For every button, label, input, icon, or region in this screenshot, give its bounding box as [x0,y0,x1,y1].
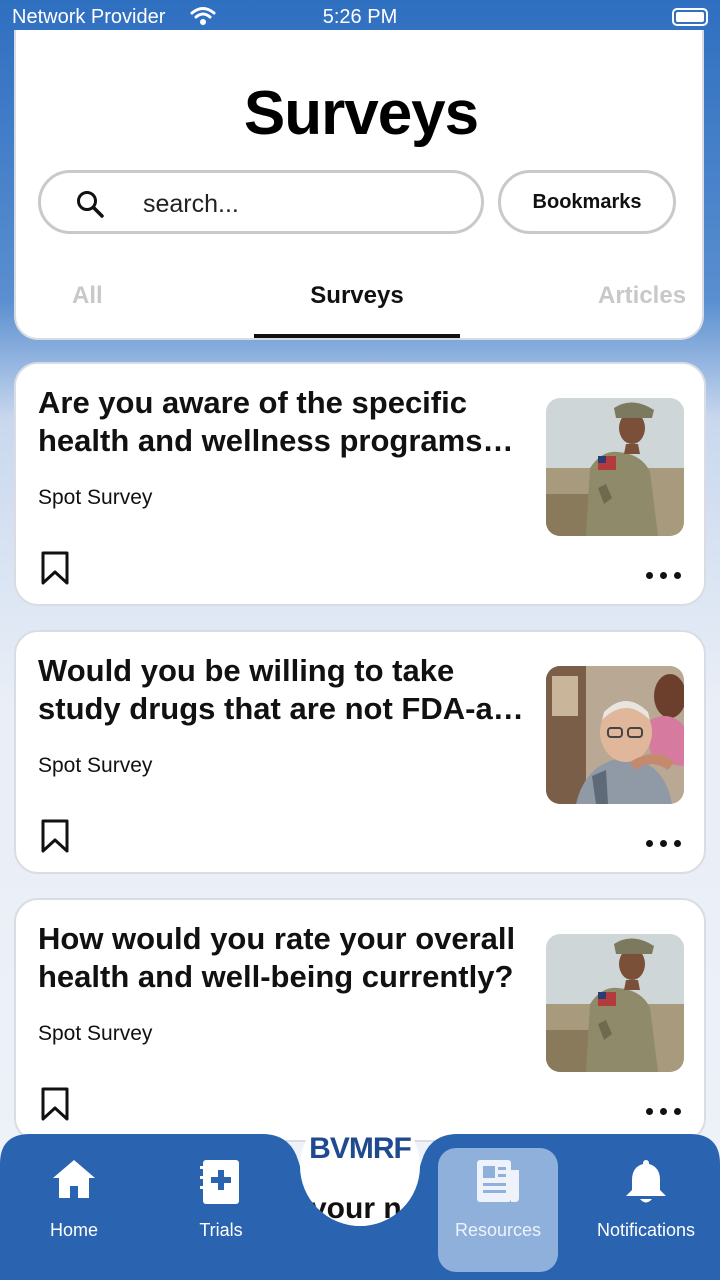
active-tab-indicator [254,334,460,338]
more-options-icon[interactable] [644,1108,684,1120]
survey-type: Spot Survey [38,1022,153,1045]
nav-resources[interactable]: Resources [438,1148,558,1272]
tab-articles[interactable]: Articles [598,282,686,310]
search-field[interactable] [38,170,484,234]
nav-home[interactable]: Home [20,1134,128,1280]
nav-home-label: Home [49,1220,98,1240]
bookmark-icon[interactable] [40,550,70,586]
header-card: Surveys Bookmarks All Surveys Articles [14,30,704,340]
bookmark-icon[interactable] [40,818,70,854]
tab-surveys[interactable]: Surveys [254,282,460,310]
search-icon [77,191,104,218]
survey-type: Spot Survey [38,754,153,777]
bvmrf-logo-button[interactable]: BVMRF your n [300,1106,420,1226]
bvmrf-logo: BVMRF [309,1132,412,1165]
nav-trials-label: Trials [199,1220,243,1240]
nav-notifications-label: Notifications [596,1220,696,1240]
elderly-man-photo [546,666,684,804]
tab-all[interactable]: All [72,282,103,310]
bell-icon [626,1160,666,1203]
page-title: Surveys [243,79,479,148]
survey-type: Spot Survey [38,486,153,509]
more-options-icon[interactable] [644,572,684,584]
clock: 5:26 PM [322,6,398,28]
underlying-text: your n [310,1192,402,1225]
nav-notifications[interactable]: Notifications [586,1134,706,1280]
bookmark-icon[interactable] [40,1086,70,1122]
survey-title: Would you be willing to take study drugs… [38,653,524,726]
soldier-photo [546,398,684,536]
clipboard-plus-icon [200,1160,239,1204]
survey-title: How would you rate your overall health a… [38,921,516,994]
survey-card[interactable]: Would you be willing to take study drugs… [14,630,706,874]
nav-resources-label: Resources [454,1220,542,1240]
soldier-photo [546,934,684,1072]
survey-card[interactable]: Are you aware of the specific health and… [14,362,706,606]
newspaper-icon [477,1160,519,1202]
search-input[interactable] [141,183,465,225]
bookmarks-button[interactable]: Bookmarks [498,170,676,234]
nav-trials[interactable]: Trials [166,1134,276,1280]
battery-icon [672,8,708,26]
survey-title: Are you aware of the specific health and… [38,385,514,458]
more-options-icon[interactable] [644,840,684,852]
home-icon [53,1160,95,1198]
